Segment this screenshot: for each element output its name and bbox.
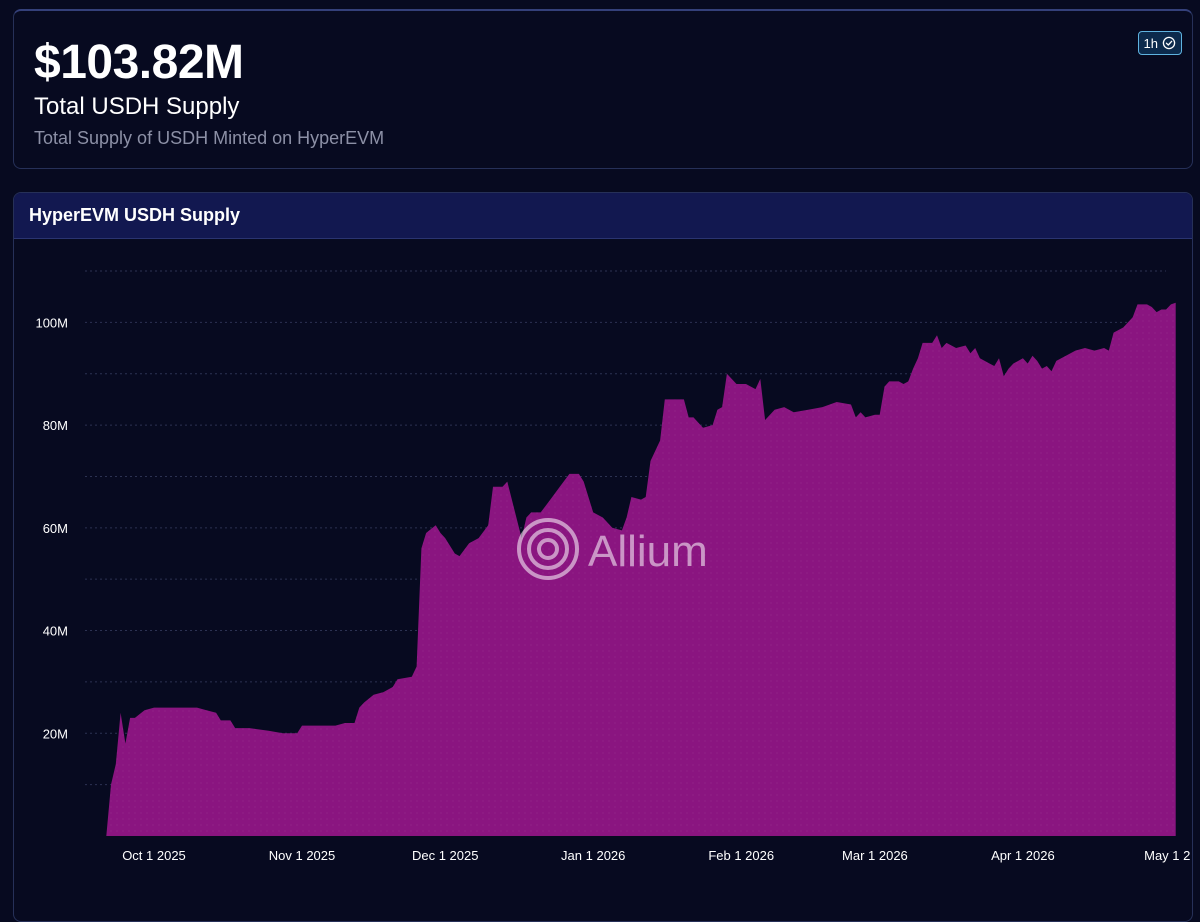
area-chart: Allium 20M 40M 60M 80M 100M Oct 1 2025 Nov 1 … (35, 270, 1190, 863)
x-tick-label: Mar 1 2026 (842, 848, 908, 863)
x-tick-label: Apr 1 2026 (991, 848, 1055, 863)
x-tick-label: Nov 1 2025 (269, 848, 336, 863)
x-tick-label: Dec 1 2025 (412, 848, 479, 863)
x-tick-label: May 1 2 (1144, 848, 1190, 863)
y-tick-label: 80M (43, 418, 68, 433)
y-axis-ticks: 20M 40M 60M 80M 100M (35, 315, 68, 741)
x-tick-label: Feb 1 2026 (708, 848, 774, 863)
y-tick-label: 20M (43, 726, 68, 741)
y-tick-label: 100M (35, 315, 68, 330)
x-tick-label: Oct 1 2025 (122, 848, 186, 863)
y-tick-label: 40M (43, 624, 68, 639)
y-tick-label: 60M (43, 521, 68, 536)
x-tick-label: Jan 1 2026 (561, 848, 625, 863)
x-axis-ticks: Oct 1 2025 Nov 1 2025 Dec 1 2025 Jan 1 2026… (122, 848, 1190, 863)
watermark-text: Allium (588, 527, 708, 576)
